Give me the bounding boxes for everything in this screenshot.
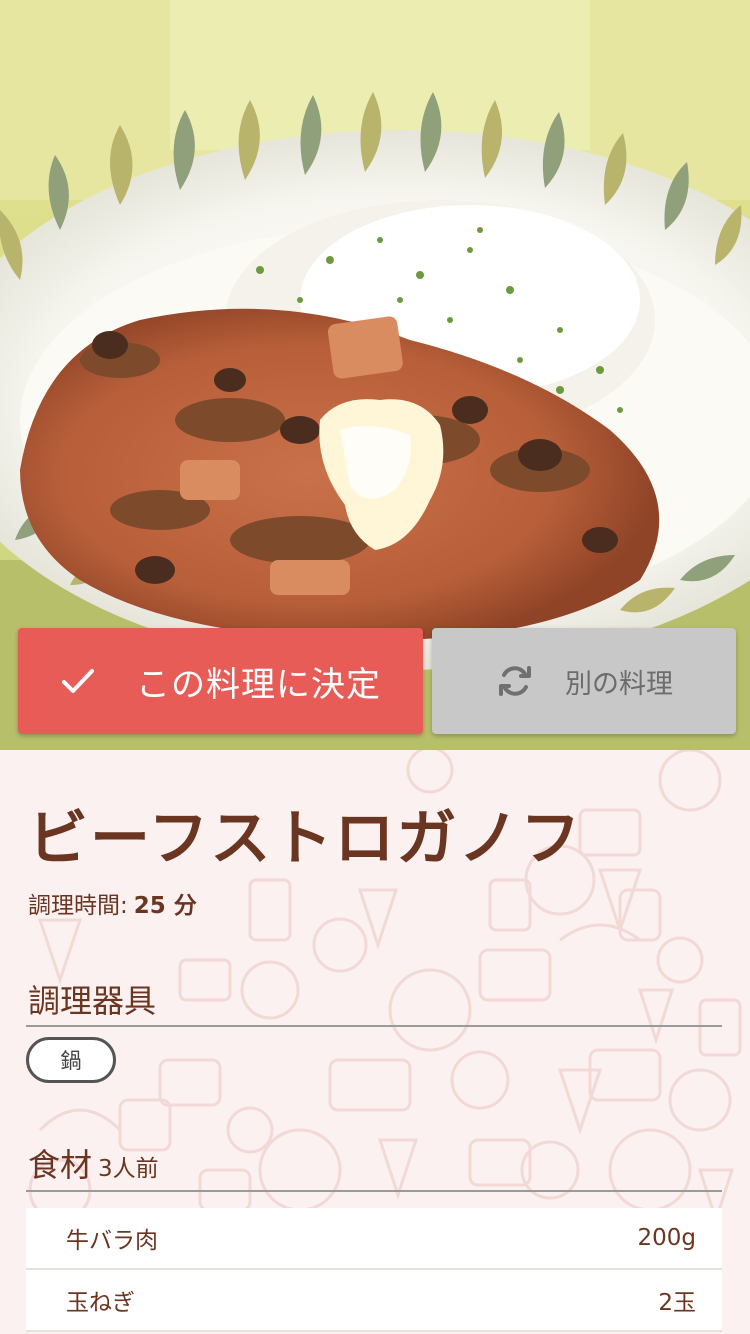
tools-divider <box>26 1025 722 1027</box>
ingredient-amount: 2玉 <box>658 1290 696 1316</box>
recipe-details: ビーフストロガノフ 調理時間: 25 分 調理器具 鍋 食材 3人前 牛バラ肉 20… <box>0 750 750 1334</box>
ingredient-amount: 200g <box>637 1225 697 1251</box>
refresh-icon <box>495 661 535 701</box>
decide-dish-label: この料理に決定 <box>136 664 381 705</box>
ingredient-name: 牛バラ肉 <box>66 1228 158 1254</box>
ingredients-heading: 食材 3人前 <box>28 1140 159 1186</box>
decide-dish-button[interactable]: この料理に決定 <box>18 628 423 734</box>
other-dish-button[interactable]: 別の料理 <box>432 628 736 734</box>
dish-title: ビーフストロガノフ <box>28 804 583 874</box>
ingredient-row: 牛バラ肉 200g <box>26 1208 722 1270</box>
check-icon <box>60 666 96 696</box>
other-dish-label: 別の料理 <box>565 668 673 700</box>
ingredient-row: 玉ねぎ 2玉 <box>26 1270 722 1332</box>
tool-chip: 鍋 <box>26 1037 116 1083</box>
ingredients-divider <box>26 1190 722 1192</box>
tools-heading: 調理器具 <box>28 976 156 1022</box>
cook-time: 調理時間: 25 分 <box>28 886 197 920</box>
ingredient-name: 玉ねぎ <box>66 1290 135 1316</box>
tools-heading-text: 調理器具 <box>28 982 157 1020</box>
ingredients-heading-text: 食材 <box>28 1146 93 1184</box>
cook-time-label: 調理時間: <box>28 893 128 919</box>
servings: 3人前 <box>98 1156 159 1182</box>
ingredient-list: 牛バラ肉 200g 玉ねぎ 2玉 <box>26 1208 722 1332</box>
cook-time-value: 25 分 <box>133 893 197 919</box>
